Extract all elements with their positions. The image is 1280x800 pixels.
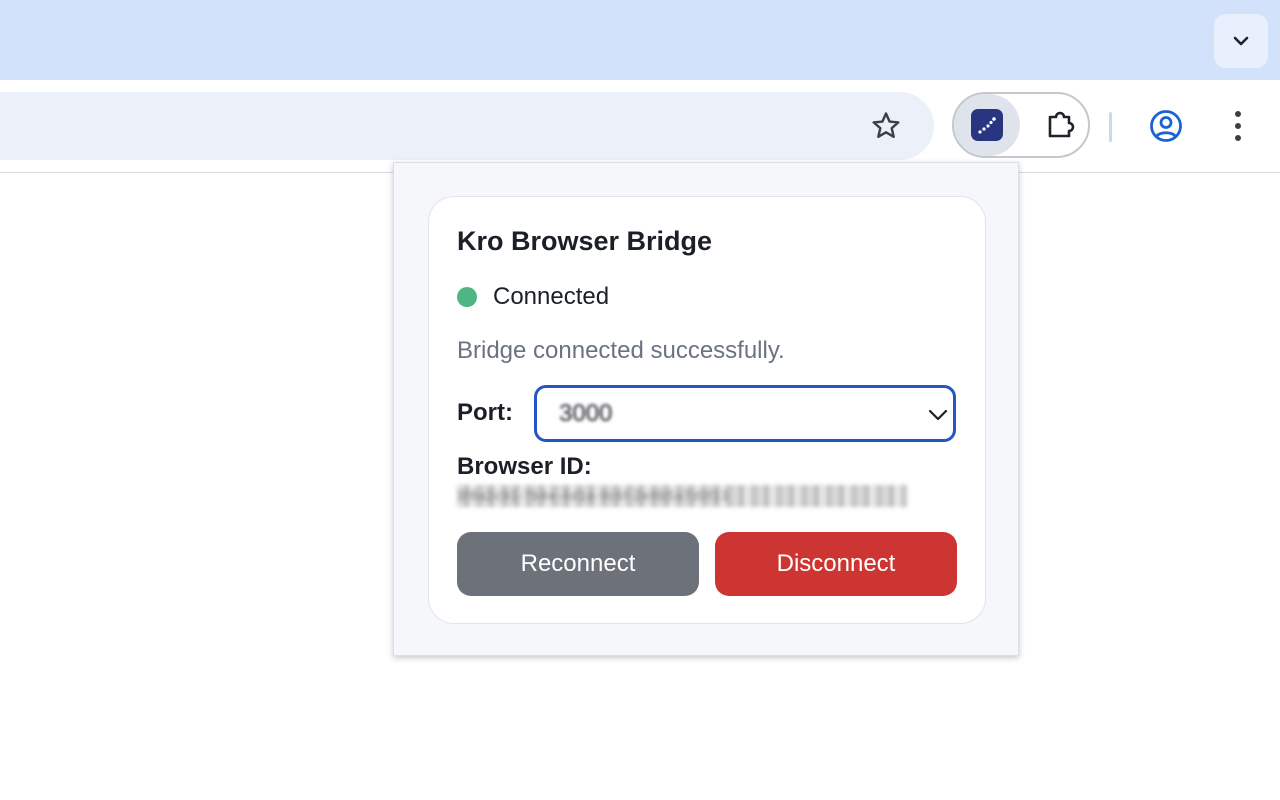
toolbar-divider [1109,112,1112,142]
bridge-card: Kro Browser Bridge Connected Bridge conn… [428,196,986,624]
address-bar[interactable] [0,92,934,160]
browser-id-value: 3f8a2c91-7b4e-4d1a-9c6f-2e8b5a7d0f13 [457,485,907,507]
kro-extension-button[interactable] [954,94,1020,156]
port-select[interactable]: 3000 [534,385,956,442]
chevron-down-icon [1233,36,1249,46]
status-row: Connected [457,283,609,311]
browser-id-label: Browser ID: [457,453,592,480]
profile-button[interactable] [1142,102,1190,150]
browser-toolbar [0,80,1280,173]
extensions-button[interactable] [1030,94,1090,156]
extension-popup: Kro Browser Bridge Connected Bridge conn… [393,162,1019,656]
reconnect-button[interactable]: Reconnect [457,532,699,596]
puzzle-icon [1048,111,1075,138]
more-menu-button[interactable] [1214,102,1262,150]
port-value: 3000 [559,400,613,427]
status-message: Bridge connected successfully. [457,337,785,364]
extensions-group [952,92,1090,158]
tab-search-button[interactable] [1214,14,1268,68]
more-vert-icon [1235,111,1241,141]
profile-icon [1150,110,1182,142]
status-dot-icon [457,287,477,307]
kro-logo-icon [971,109,1003,141]
port-label: Port: [457,399,513,426]
bookmark-button[interactable] [862,102,910,150]
chevron-down-icon [928,409,948,421]
star-icon [872,112,900,138]
tab-strip [0,0,1280,80]
popup-title: Kro Browser Bridge [457,226,713,256]
disconnect-button[interactable]: Disconnect [715,532,957,596]
status-text: Connected [493,283,610,310]
